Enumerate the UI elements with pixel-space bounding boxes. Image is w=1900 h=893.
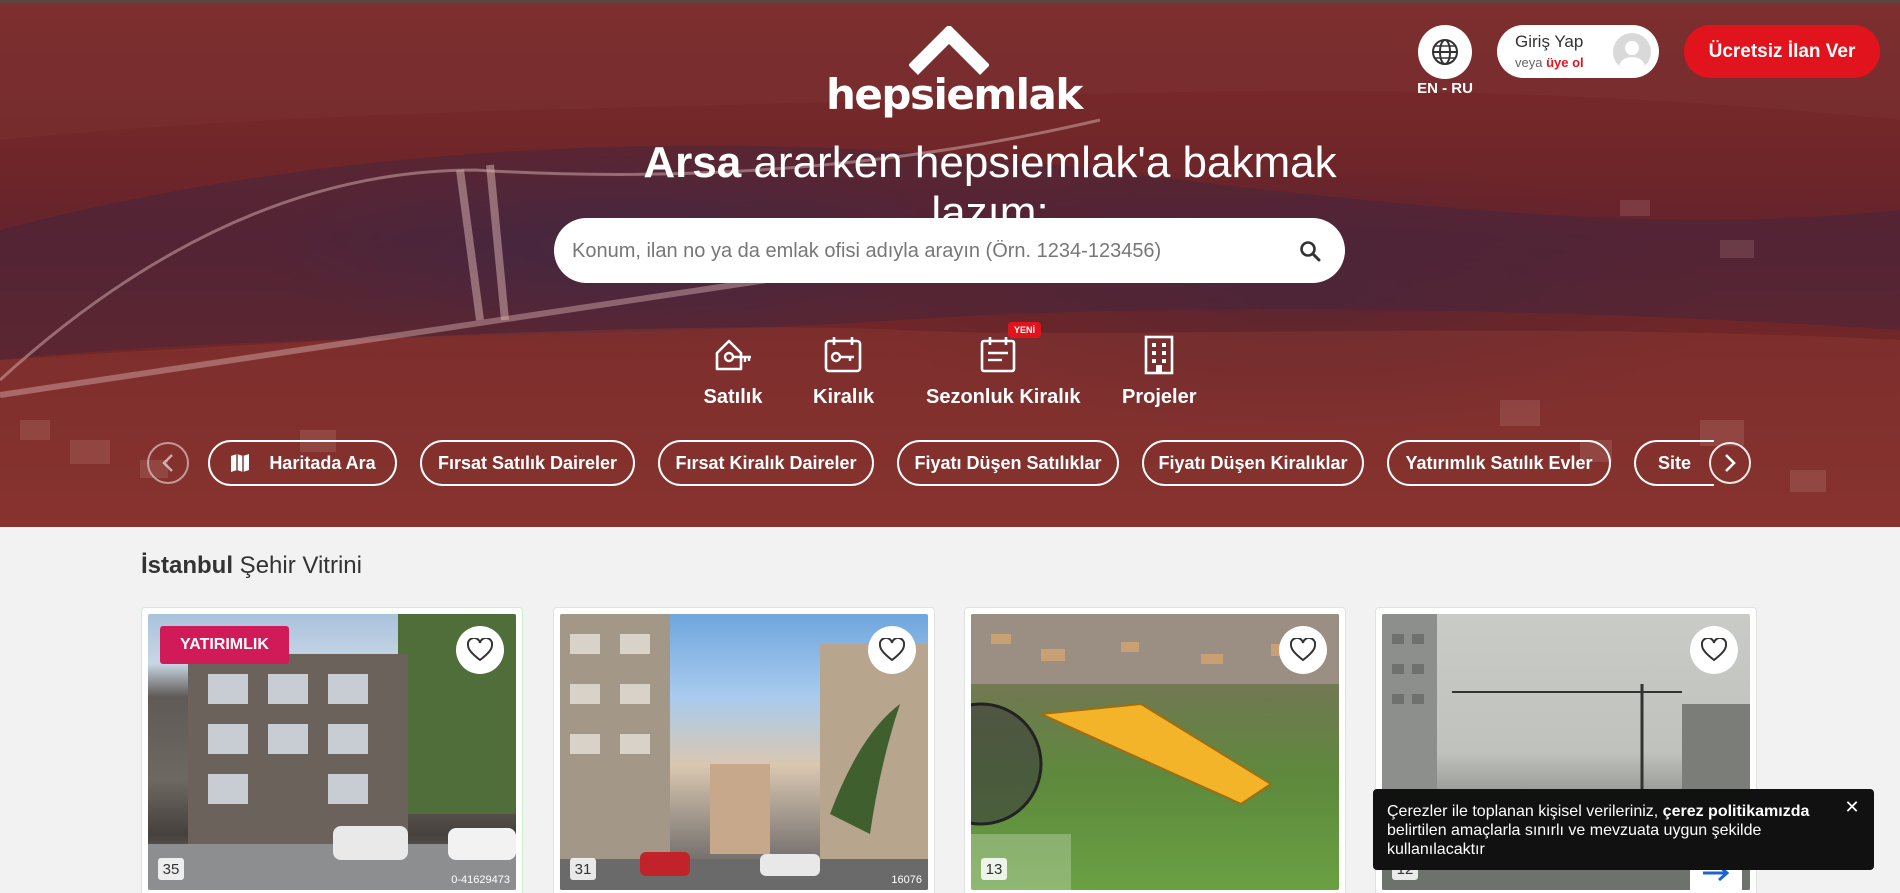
avatar-icon (1613, 33, 1651, 71)
search-input[interactable] (572, 234, 1262, 268)
listing-number: 16076 (891, 874, 922, 886)
category-projeler[interactable]: Projeler (1122, 330, 1196, 409)
hepsiemlak-logo[interactable]: hepsiemlak (826, 26, 1083, 119)
calendar-icon (980, 337, 1016, 373)
favorite-button[interactable] (1690, 626, 1738, 674)
search-icon (1300, 241, 1321, 262)
quick-filter-carousel: Haritada Ara Fırsat Satılık Daireler Fır… (0, 438, 1900, 488)
chip-fiyati-dusen-kiralik[interactable]: Fiyatı Düşen Kiralıklar (1142, 440, 1364, 486)
showcase-title: İstanbul Şehir Vitrini (141, 552, 362, 579)
heart-icon (1701, 638, 1727, 662)
category-label: Satılık (703, 386, 763, 408)
chip-firsat-kiralik[interactable]: Fırsat Kiralık Daireler (658, 440, 874, 486)
listing-card[interactable]: 31 16076 (553, 607, 935, 893)
login-button[interactable]: Giriş Yap veya üye ol (1497, 25, 1659, 78)
category-label: Projeler (1122, 386, 1197, 408)
photo-count: 13 (981, 858, 1007, 880)
cookie-policy-link[interactable]: çerez politikamızda (1663, 803, 1810, 820)
listing-photo[interactable]: YATIRIMLIK 35 0-41629473 (148, 614, 516, 890)
favorite-button[interactable] (868, 626, 916, 674)
category-label: Kiralık (813, 386, 875, 408)
register-link[interactable]: veya üye ol (1515, 55, 1584, 70)
investment-tag: YATIRIMLIK (160, 626, 289, 664)
close-icon[interactable]: ✕ (1844, 798, 1860, 816)
chevron-left-icon (162, 454, 173, 472)
favorite-button[interactable] (456, 626, 504, 674)
chevron-right-icon (1725, 454, 1736, 472)
category-label: Sezonluk Kiralık (926, 386, 1081, 408)
photo-count: 31 (570, 858, 596, 880)
chip-site[interactable]: Site (1634, 440, 1714, 486)
listing-photo[interactable]: 13 (971, 614, 1339, 890)
heart-icon (879, 638, 905, 662)
listing-card[interactable]: YATIRIMLIK 35 0-41629473 (141, 607, 523, 893)
search-bar (554, 218, 1345, 283)
chip-yatirimlik[interactable]: Yatırımlık Satılık Evler (1387, 440, 1611, 486)
listing-number: 0-41629473 (451, 874, 510, 886)
chip-firsat-satilik[interactable]: Fırsat Satılık Daireler (420, 440, 635, 486)
category-satilik[interactable]: Satılık (700, 330, 766, 409)
map-icon (231, 454, 250, 472)
house-key-icon (715, 339, 751, 371)
listing-photo[interactable]: 31 16076 (560, 614, 928, 890)
chip-fiyati-dusen-satilik[interactable]: Fiyatı Düşen Satılıklar (897, 440, 1119, 486)
heart-icon (1290, 638, 1316, 662)
carousel-prev-button[interactable] (147, 442, 189, 484)
cookie-banner: Çerezler ile toplanan kişisel verilerini… (1373, 789, 1874, 870)
logo-text: hepsiemlak (826, 70, 1083, 119)
building-icon (1144, 335, 1174, 375)
heart-icon (467, 638, 493, 662)
listing-card[interactable]: 13 (964, 607, 1346, 893)
login-title: Giriş Yap (1515, 32, 1584, 51)
globe-icon (1432, 39, 1458, 65)
chip-map-search[interactable]: Haritada Ara (208, 440, 397, 486)
category-menu: Satılık Kiralık YENİ Sezonluk Kiralık Pr… (0, 322, 1900, 410)
key-tag-icon (824, 337, 862, 373)
free-listing-button[interactable]: Ücretsiz İlan Ver (1684, 25, 1880, 78)
carousel-next-button[interactable] (1709, 442, 1751, 484)
photo-count: 35 (158, 858, 184, 880)
favorite-button[interactable] (1279, 626, 1327, 674)
category-kiralik[interactable]: Kiralık (813, 330, 875, 409)
category-sezonluk[interactable]: YENİ Sezonluk Kiralık (926, 322, 1081, 409)
new-badge: YENİ (1008, 322, 1042, 338)
language-label[interactable]: EN - RU (1410, 80, 1480, 97)
search-button[interactable] (1293, 234, 1327, 268)
language-button[interactable] (1418, 25, 1472, 79)
